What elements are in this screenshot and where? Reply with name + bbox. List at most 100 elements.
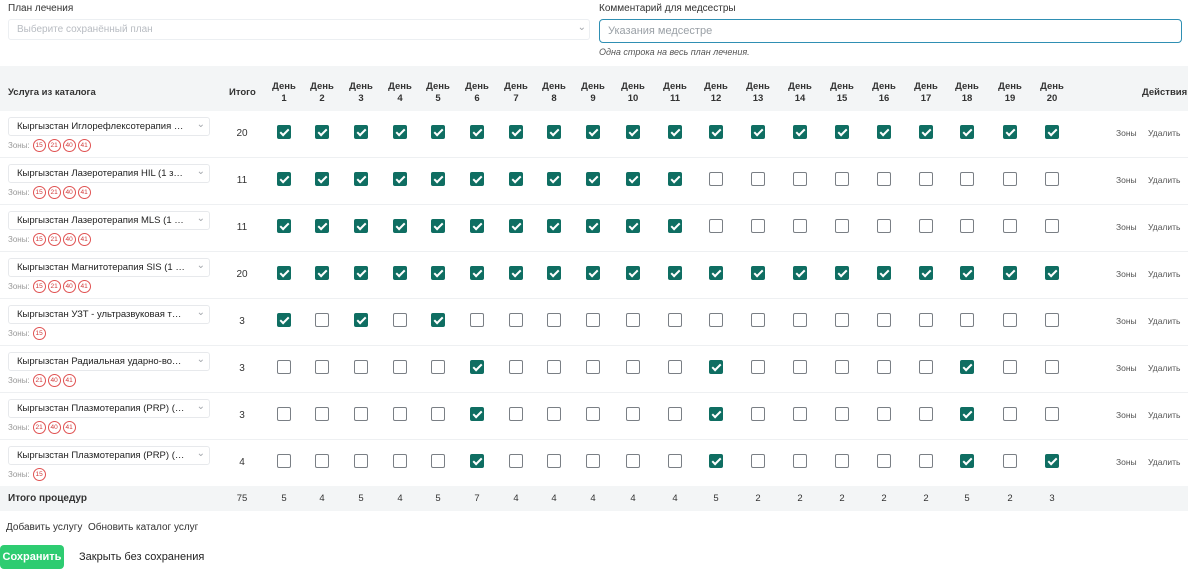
day-checkbox[interactable]	[668, 125, 682, 139]
day-checkbox[interactable]	[709, 172, 723, 186]
day-checkbox[interactable]	[470, 454, 484, 468]
day-checkbox[interactable]	[315, 313, 329, 327]
day-checkbox[interactable]	[877, 219, 891, 233]
day-checkbox[interactable]	[835, 172, 849, 186]
day-checkbox[interactable]	[431, 454, 445, 468]
day-checkbox[interactable]	[315, 219, 329, 233]
day-checkbox[interactable]	[393, 313, 407, 327]
day-checkbox[interactable]	[315, 266, 329, 280]
day-checkbox[interactable]	[919, 360, 933, 374]
add-service-button[interactable]: Добавить услугу	[6, 522, 82, 533]
day-checkbox[interactable]	[1045, 313, 1059, 327]
day-checkbox[interactable]	[877, 172, 891, 186]
day-checkbox[interactable]	[709, 454, 723, 468]
day-checkbox[interactable]	[626, 172, 640, 186]
day-checkbox[interactable]	[751, 454, 765, 468]
day-checkbox[interactable]	[586, 125, 600, 139]
day-checkbox[interactable]	[835, 266, 849, 280]
day-checkbox[interactable]	[277, 313, 291, 327]
zones-button[interactable]: Зоны	[1116, 410, 1137, 420]
day-checkbox[interactable]	[626, 454, 640, 468]
day-checkbox[interactable]	[751, 266, 765, 280]
day-checkbox[interactable]	[277, 219, 291, 233]
day-checkbox[interactable]	[793, 172, 807, 186]
service-select[interactable]: Кыргызстан Плазмотерапия (PRP) (шея, гру…	[8, 446, 210, 465]
day-checkbox[interactable]	[1045, 172, 1059, 186]
day-checkbox[interactable]	[431, 219, 445, 233]
day-checkbox[interactable]	[509, 313, 523, 327]
day-checkbox[interactable]	[751, 172, 765, 186]
day-checkbox[interactable]	[354, 360, 368, 374]
day-checkbox[interactable]	[431, 172, 445, 186]
day-checkbox[interactable]	[919, 125, 933, 139]
day-checkbox[interactable]	[277, 172, 291, 186]
day-checkbox[interactable]	[1003, 407, 1017, 421]
service-select[interactable]: Кыргызстан Плазмотерапия (PRP) (шея, гру…	[8, 399, 210, 418]
day-checkbox[interactable]	[470, 313, 484, 327]
day-checkbox[interactable]	[1045, 219, 1059, 233]
day-checkbox[interactable]	[586, 266, 600, 280]
day-checkbox[interactable]	[277, 454, 291, 468]
day-checkbox[interactable]	[626, 313, 640, 327]
day-checkbox[interactable]	[1045, 125, 1059, 139]
day-checkbox[interactable]	[960, 266, 974, 280]
day-checkbox[interactable]	[960, 219, 974, 233]
day-checkbox[interactable]	[960, 360, 974, 374]
day-checkbox[interactable]	[1003, 454, 1017, 468]
day-checkbox[interactable]	[1045, 454, 1059, 468]
day-checkbox[interactable]	[393, 266, 407, 280]
day-checkbox[interactable]	[586, 172, 600, 186]
day-checkbox[interactable]	[470, 407, 484, 421]
day-checkbox[interactable]	[586, 407, 600, 421]
service-select[interactable]: Кыргызстан УЗТ - ультразвуковая терапия ⌄	[8, 305, 210, 324]
day-checkbox[interactable]	[668, 454, 682, 468]
zones-button[interactable]: Зоны	[1116, 316, 1137, 326]
zones-button[interactable]: Зоны	[1116, 457, 1137, 467]
day-checkbox[interactable]	[586, 360, 600, 374]
day-checkbox[interactable]	[793, 407, 807, 421]
day-checkbox[interactable]	[709, 219, 723, 233]
day-checkbox[interactable]	[509, 266, 523, 280]
service-select[interactable]: Кыргызстан Лазеротерапия HIL (1 зона) ⌄	[8, 164, 210, 183]
day-checkbox[interactable]	[919, 172, 933, 186]
day-checkbox[interactable]	[277, 125, 291, 139]
day-checkbox[interactable]	[547, 313, 561, 327]
day-checkbox[interactable]	[354, 219, 368, 233]
day-checkbox[interactable]	[793, 313, 807, 327]
day-checkbox[interactable]	[393, 219, 407, 233]
day-checkbox[interactable]	[1045, 407, 1059, 421]
day-checkbox[interactable]	[835, 360, 849, 374]
day-checkbox[interactable]	[919, 266, 933, 280]
day-checkbox[interactable]	[354, 407, 368, 421]
day-checkbox[interactable]	[354, 172, 368, 186]
day-checkbox[interactable]	[709, 407, 723, 421]
day-checkbox[interactable]	[835, 125, 849, 139]
day-checkbox[interactable]	[668, 172, 682, 186]
service-select[interactable]: Кыргызстан Лазеротерапия MLS (1 зона) ⌄	[8, 211, 210, 230]
day-checkbox[interactable]	[709, 360, 723, 374]
day-checkbox[interactable]	[431, 266, 445, 280]
day-checkbox[interactable]	[1003, 360, 1017, 374]
day-checkbox[interactable]	[509, 172, 523, 186]
day-checkbox[interactable]	[354, 454, 368, 468]
refresh-catalog-button[interactable]: Обновить каталог услуг	[88, 522, 198, 533]
day-checkbox[interactable]	[793, 125, 807, 139]
day-checkbox[interactable]	[470, 360, 484, 374]
day-checkbox[interactable]	[315, 407, 329, 421]
day-checkbox[interactable]	[960, 313, 974, 327]
day-checkbox[interactable]	[919, 313, 933, 327]
delete-button[interactable]: Удалить	[1148, 410, 1180, 420]
delete-button[interactable]: Удалить	[1148, 316, 1180, 326]
day-checkbox[interactable]	[1045, 360, 1059, 374]
day-checkbox[interactable]	[793, 454, 807, 468]
day-checkbox[interactable]	[626, 219, 640, 233]
close-without-saving-button[interactable]: Закрыть без сохранения	[79, 551, 204, 563]
day-checkbox[interactable]	[877, 313, 891, 327]
day-checkbox[interactable]	[877, 266, 891, 280]
day-checkbox[interactable]	[751, 407, 765, 421]
delete-button[interactable]: Удалить	[1148, 269, 1180, 279]
day-checkbox[interactable]	[354, 266, 368, 280]
day-checkbox[interactable]	[793, 266, 807, 280]
day-checkbox[interactable]	[751, 219, 765, 233]
day-checkbox[interactable]	[919, 407, 933, 421]
